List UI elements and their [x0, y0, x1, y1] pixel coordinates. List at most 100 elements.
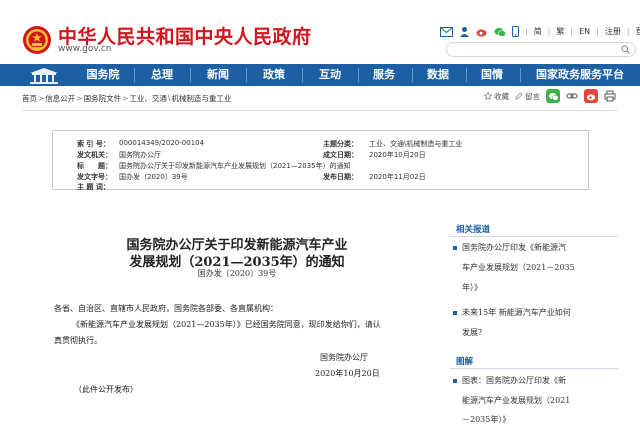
nav-divider	[520, 68, 521, 82]
site-domain: www.gov.cn	[58, 44, 112, 54]
link-simplified[interactable]: 简	[534, 26, 542, 37]
document-number: 国办发〔2020〕39号	[197, 269, 277, 278]
wechat-icon	[548, 92, 559, 101]
meta-topic-label: 主题分类：	[323, 140, 358, 148]
print-icon[interactable]	[604, 90, 616, 102]
nav-divider	[246, 68, 247, 82]
document-signature: 国务院办公厅	[320, 353, 368, 362]
search-input[interactable]	[446, 42, 636, 57]
star-icon	[484, 92, 492, 100]
document-salutation: 各省、自治区、直辖市人民政府，国务院各部委、各直属机构：	[54, 304, 278, 313]
meta-keywords-label: 主 题 词：	[77, 183, 110, 191]
weibo-icon	[586, 93, 595, 100]
nav-divider	[412, 68, 413, 82]
meta-docno-label: 发文字号：	[77, 173, 112, 181]
favorite-button[interactable]: 收藏	[484, 91, 509, 102]
link-separator: |	[596, 27, 599, 36]
document-body-line1: 《新能源汽车产业发展规划（2021—2035年）》已经国务院同意，现印发给你们，…	[72, 320, 381, 329]
related-item-1-line2[interactable]: 车产业发展规划（2021－2035	[462, 262, 575, 273]
breadcrumb: 首页>信息公开>国务院文件>工业、交通\机械制造与重工业	[22, 93, 231, 104]
page-tools: 收藏 留言	[484, 89, 616, 103]
nav-item-policy[interactable]: 政策	[254, 64, 294, 86]
related-reports-heading: 相关报道	[456, 225, 491, 235]
pencil-icon	[515, 92, 523, 100]
national-emblem-icon[interactable]	[22, 24, 52, 56]
nav-item-data[interactable]: 数据	[418, 64, 458, 86]
document-note: （此件公开发布）	[74, 385, 138, 394]
link-icon[interactable]	[566, 90, 578, 102]
meta-written-label: 成文日期：	[323, 151, 358, 159]
related-item-1-line1[interactable]: 国务院办公厅印发《新能源汽	[462, 242, 566, 253]
nav-divider	[358, 68, 359, 82]
nav-divider	[190, 68, 191, 82]
link-separator: |	[547, 27, 551, 36]
sidebar-divider	[450, 236, 618, 237]
nav-item-services[interactable]: 服务	[364, 64, 404, 86]
nav-item-news[interactable]: 新闻	[198, 64, 238, 86]
meta-issuer-label: 发文机关：	[77, 151, 112, 159]
graphic-item-1-line1[interactable]: 图表：国务院办公厅印发《新	[462, 375, 566, 386]
breadcrumb-separator: >	[122, 94, 129, 103]
meta-index-label: 索 引 号：	[77, 140, 110, 148]
nav-item-gov-service-platform[interactable]: 国家政务服务平台	[526, 64, 634, 86]
user-icon[interactable]	[459, 26, 470, 37]
link-login[interactable]: 登录	[636, 26, 640, 37]
meta-index-value: 000014349/2020-00104	[119, 139, 205, 147]
breadcrumb-item-info-disclosure[interactable]: 信息公开	[45, 94, 75, 103]
meta-published-label: 发布日期：	[323, 173, 358, 181]
graphics-heading: 图解	[456, 357, 474, 367]
link-separator: |	[525, 27, 528, 36]
gate-logo-icon[interactable]	[24, 64, 64, 86]
link-english[interactable]: EN	[579, 27, 590, 36]
meta-published-value: 2020年11月02日	[369, 173, 426, 181]
meta-written-value: 2020年10月20日	[369, 151, 426, 159]
nav-divider	[134, 68, 135, 82]
meta-title-value: 国务院办公厅关于印发新能源汽车产业发展规划（2021—2035年）的通知	[119, 162, 351, 170]
nav-divider	[302, 68, 303, 82]
related-item-2-line2[interactable]: 发展？	[462, 327, 486, 338]
nav-item-premier[interactable]: 总理	[142, 64, 182, 86]
related-item-1-line3[interactable]: 年）》	[462, 282, 482, 293]
main-nav: 国务院 总理 新闻 政策 互动 服务 数据 国情 国家政务服务平台	[0, 64, 640, 86]
sidebar-divider	[450, 368, 618, 369]
meta-title-label: 标 题：	[77, 162, 112, 170]
link-register[interactable]: 注册	[605, 26, 621, 37]
share-weibo-button[interactable]	[584, 89, 598, 103]
breadcrumb-item-industry-transport[interactable]: 工业、交通	[129, 94, 167, 103]
list-bullet	[453, 379, 457, 383]
document-body-line2: 真贯彻执行。	[54, 336, 102, 345]
list-bullet	[453, 311, 457, 315]
breadcrumb-item-machinery[interactable]: 机械制造与重工业	[171, 94, 231, 103]
breadcrumb-divider	[22, 110, 618, 111]
site-header: 中华人民共和国中央人民政府 www.gov.cn | 简 | 繁 | EN | …	[0, 0, 640, 64]
nav-item-national-conditions[interactable]: 国情	[472, 64, 512, 86]
favorite-label: 收藏	[494, 91, 509, 101]
mail-icon[interactable]	[440, 26, 453, 37]
graphic-item-1-line3[interactable]: －2035年）》	[462, 414, 510, 425]
meta-docno-value: 国办发〔2020〕39号	[119, 173, 188, 181]
phone-icon[interactable]	[512, 26, 519, 37]
document-date: 2020年10月20日	[315, 369, 380, 378]
graphic-item-1-line2[interactable]: 能源汽车产业发展规划（2021	[462, 395, 570, 406]
link-traditional[interactable]: 繁	[556, 26, 564, 37]
comment-button[interactable]: 留言	[515, 91, 540, 102]
share-wechat-button[interactable]	[546, 89, 560, 103]
breadcrumb-item-home[interactable]: 首页	[22, 94, 37, 103]
weibo-icon[interactable]	[476, 27, 488, 37]
document-meta-table: 索 引 号： 000014349/2020-00104 主题分类： 工业、交通\…	[52, 130, 589, 191]
comment-label: 留言	[525, 91, 540, 101]
nav-item-state-council[interactable]: 国务院	[80, 64, 126, 86]
nav-divider	[466, 68, 467, 82]
meta-topic-value: 工业、交通\机械制造与重工业	[369, 140, 463, 148]
nav-item-interaction[interactable]: 互动	[310, 64, 350, 86]
search-icon[interactable]	[621, 45, 630, 54]
breadcrumb-separator: >	[76, 94, 83, 103]
meta-issuer-value: 国务院办公厅	[119, 151, 161, 159]
top-links: | 简 | 繁 | EN | 注册 | 登录	[440, 26, 640, 37]
link-separator: |	[626, 27, 630, 36]
link-separator: |	[570, 27, 574, 36]
list-bullet	[453, 246, 457, 250]
related-item-2-line1[interactable]: 未来15年 新能源汽车产业如何	[462, 307, 571, 318]
wechat-icon[interactable]	[494, 27, 506, 37]
breadcrumb-item-state-council-docs[interactable]: 国务院文件	[84, 94, 122, 103]
